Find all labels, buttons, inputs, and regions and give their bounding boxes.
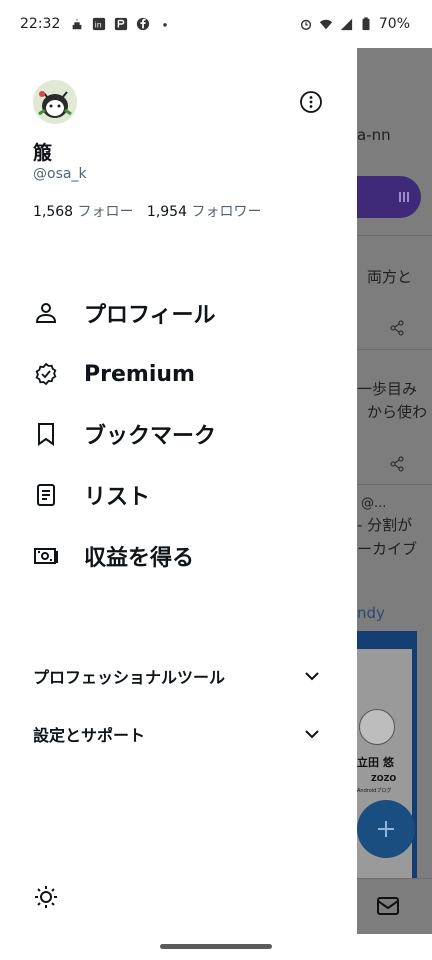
following-count: 1,568 <box>33 204 74 220</box>
home-indicator[interactable] <box>160 944 272 949</box>
status-bar: 22:32 in 70% <box>0 0 432 48</box>
display-name[interactable]: 箙 <box>33 138 52 165</box>
pdf-icon <box>115 17 128 31</box>
following-link[interactable]: 1,568 フォロー <box>33 204 134 220</box>
list-icon <box>37 484 55 506</box>
chevron-down-icon <box>305 672 319 681</box>
cake-icon <box>72 18 82 30</box>
bookmark-icon <box>38 423 54 446</box>
background-text: Androidブログ <box>357 788 392 794</box>
background-feed[interactable]: a-nn 両方と 一歩目み から使わ @... - 分割が ーカイブ ndy 立… <box>357 48 432 934</box>
background-text: ndy <box>357 604 385 622</box>
bars-icon <box>399 192 409 202</box>
menu-item-monetization[interactable]: 収益を得る <box>0 532 357 580</box>
menu-item-lists[interactable]: リスト <box>0 471 357 519</box>
section-label: プロフェッショナルツール <box>33 668 226 687</box>
user-handle[interactable]: @osa_k <box>33 166 87 182</box>
avatar-image <box>33 80 77 124</box>
avatar <box>359 709 395 745</box>
background-text: 両方と <box>367 268 413 286</box>
follow-stats: 1,568 フォロー 1,954 フォロワー <box>33 201 261 221</box>
svg-text:in: in <box>95 21 102 30</box>
menu-item-premium[interactable]: Premium <box>0 350 357 398</box>
plus-icon <box>378 821 394 837</box>
menu-label: リスト <box>84 485 151 510</box>
premium-banner-button[interactable] <box>357 176 421 218</box>
background-text: @... <box>361 496 387 511</box>
profile-avatar[interactable] <box>33 80 77 124</box>
section-label: 設定とサポート <box>33 726 146 745</box>
background-text: 立田 悠 <box>357 756 394 769</box>
background-text: から使わ <box>367 403 428 421</box>
background-text: - 分割が <box>357 516 413 534</box>
battery-percent: 70% <box>378 16 410 32</box>
compose-fab[interactable] <box>357 800 415 858</box>
navigation-drawer: 箙 @osa_k 1,568 フォロー 1,954 フォロワー プロフィール P… <box>0 48 357 934</box>
alarm-icon <box>300 19 311 30</box>
system-status: 70% <box>299 0 410 48</box>
followers-link[interactable]: 1,954 フォロワー <box>147 204 262 220</box>
followers-label: フォロワー <box>191 204 262 220</box>
background-text: ーカイブ <box>357 540 418 558</box>
divider <box>357 235 432 236</box>
menu-label: ブックマーク <box>84 424 217 449</box>
money-icon <box>34 548 58 564</box>
menu-label: 収益を得る <box>84 546 195 571</box>
person-icon <box>35 303 57 323</box>
divider <box>357 349 432 350</box>
following-label: フォロー <box>77 204 134 220</box>
battery-icon <box>362 17 370 31</box>
bottom-nav <box>357 878 432 934</box>
share-icon[interactable] <box>389 456 405 472</box>
display-settings-sun-icon[interactable] <box>33 884 59 910</box>
menu-label: Premium <box>84 361 195 387</box>
status-time: 22:32 <box>20 16 61 32</box>
background-text: ZOZO <box>371 774 397 783</box>
facebook-icon <box>137 17 150 31</box>
section-professional-tools[interactable]: プロフェッショナルツール <box>0 656 357 696</box>
menu-label: プロフィール <box>84 303 216 328</box>
more-options-icon[interactable] <box>299 90 323 114</box>
menu-item-profile[interactable]: プロフィール <box>0 289 357 337</box>
section-settings-support[interactable]: 設定とサポート <box>0 714 357 754</box>
notification-icons: in <box>70 17 172 31</box>
signal-icon <box>340 18 352 31</box>
linkedin-icon: in <box>93 17 106 31</box>
menu-item-bookmarks[interactable]: ブックマーク <box>0 410 357 458</box>
background-text: 一歩目み <box>357 380 418 398</box>
background-text: a-nn <box>357 126 391 144</box>
followers-count: 1,954 <box>146 204 187 220</box>
verified-badge-icon <box>35 362 57 386</box>
mail-icon[interactable] <box>376 895 400 917</box>
dot-icon <box>163 23 168 27</box>
divider <box>357 484 432 485</box>
wifi-icon <box>319 19 332 30</box>
chevron-down-icon <box>305 730 319 739</box>
share-icon[interactable] <box>389 320 405 336</box>
